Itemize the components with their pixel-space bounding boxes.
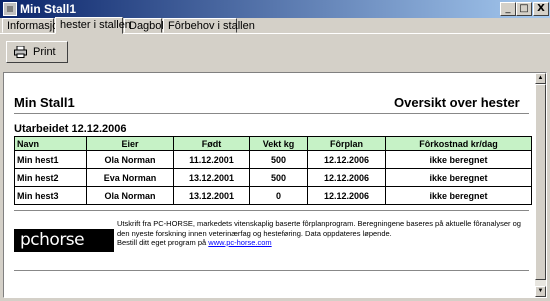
cell-forkostnad: ikke beregnet: [385, 186, 532, 205]
cell-forkostnad: ikke beregnet: [385, 168, 532, 187]
cell-eier: Ola Norman: [86, 186, 174, 205]
divider: [14, 113, 529, 114]
cell-navn: Min hest1: [14, 150, 87, 169]
report-stall-title: Min Stall1: [14, 95, 75, 110]
table-header-row: Navn Eier Født Vekt kg Fôrplan Fôrkostna…: [14, 136, 532, 151]
app-icon[interactable]: [3, 2, 17, 16]
print-button[interactable]: Print: [6, 41, 68, 63]
cell-forplan: 12.12.2006: [307, 186, 386, 205]
maximize-button[interactable]: □: [516, 2, 532, 16]
report-page: Min Stall1 Oversikt over hester Utarbeid…: [4, 73, 535, 297]
cell-fodt: 11.12.2001: [173, 150, 250, 169]
cell-forplan: 12.12.2006: [307, 168, 386, 187]
col-header-vekt: Vekt kg: [249, 136, 308, 151]
cell-forplan: 12.12.2006: [307, 150, 386, 169]
pc-horse-logo: pchorse: [14, 229, 114, 252]
scroll-down-arrow-icon[interactable]: ▼: [535, 286, 546, 297]
table-row: Min hest3 Ola Norman 13.12.2001 0 12.12.…: [14, 186, 532, 205]
cell-navn: Min hest2: [14, 168, 87, 187]
title-bar: Min Stall1 _ □ X: [0, 0, 550, 18]
window-title: Min Stall1: [20, 2, 77, 16]
close-button[interactable]: X: [533, 2, 549, 16]
cell-eier: Eva Norman: [86, 168, 174, 187]
printer-icon: [14, 46, 27, 58]
col-header-forkostnad: Fôrkostnad kr/dag: [385, 136, 532, 151]
cell-fodt: 13.12.2001: [173, 168, 250, 187]
col-header-forplan: Fôrplan: [307, 136, 386, 151]
footer-order-text: Bestill ditt eget program på: [117, 238, 209, 247]
report-heading: Oversikt over hester: [394, 95, 520, 110]
report-viewer: Min Stall1 Oversikt over hester Utarbeid…: [3, 72, 547, 298]
horse-table: Navn Eier Født Vekt kg Fôrplan Fôrkostna…: [14, 136, 532, 205]
table-row: Min hest1 Ola Norman 11.12.2001 500 12.1…: [14, 150, 532, 169]
minimize-button[interactable]: _: [500, 2, 516, 16]
print-label: Print: [33, 46, 56, 58]
report-date: Utarbeidet 12.12.2006: [14, 123, 127, 135]
cell-vekt: 500: [249, 168, 308, 187]
col-header-navn: Navn: [14, 136, 87, 151]
footer-description: Utskrift fra PC-HORSE, markedets vitensk…: [117, 219, 521, 238]
cell-navn: Min hest3: [14, 186, 87, 205]
tab-hester-i-stallen[interactable]: hester i stallen: [55, 17, 131, 34]
cell-vekt: 500: [249, 150, 308, 169]
website-link[interactable]: www.pc-horse.com: [208, 238, 271, 247]
tab-informasjon[interactable]: Informasjon: [2, 18, 64, 33]
col-header-fodt: Født: [173, 136, 250, 151]
divider: [14, 210, 529, 211]
scroll-up-arrow-icon[interactable]: ▲: [535, 73, 546, 84]
cell-fodt: 13.12.2001: [173, 186, 250, 205]
cell-forkostnad: ikke beregnet: [385, 150, 532, 169]
vertical-scrollbar[interactable]: ▲ ▼: [535, 73, 546, 297]
footer-text: Utskrift fra PC-HORSE, markedets vitensk…: [117, 219, 530, 248]
table-row: Min hest2 Eva Norman 13.12.2001 500 12.1…: [14, 168, 532, 187]
tab-forbehov-i-stallen[interactable]: Fôrbehov i stallen: [163, 18, 255, 33]
cell-vekt: 0: [249, 186, 308, 205]
scroll-thumb[interactable]: [535, 84, 546, 280]
cell-eier: Ola Norman: [86, 150, 174, 169]
col-header-eier: Eier: [86, 136, 174, 151]
divider: [14, 270, 529, 271]
